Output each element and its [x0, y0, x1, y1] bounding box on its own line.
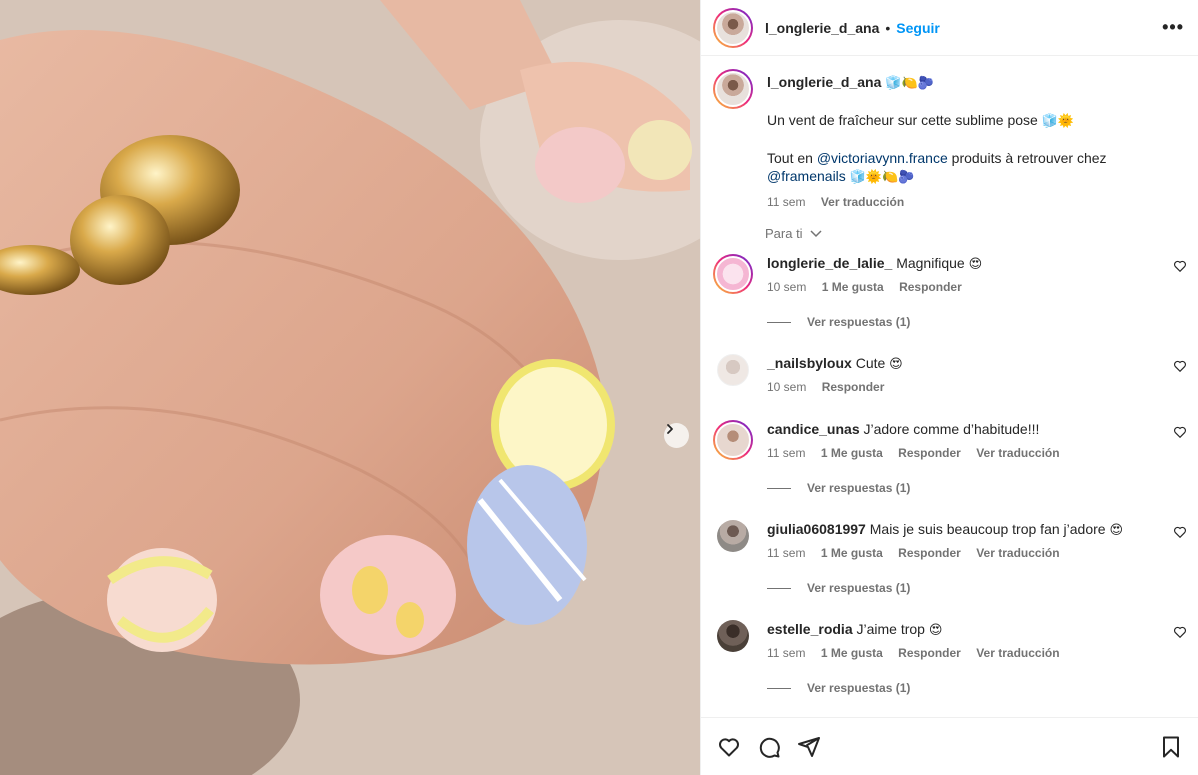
commenter-avatar[interactable] — [713, 254, 753, 294]
separator-dot: • — [885, 19, 891, 36]
view-replies-button[interactable]: Ver respuestas (1) — [767, 681, 910, 695]
comment-meta: 11 sem 1 Me gusta Responder Ver traducci… — [767, 446, 1072, 460]
caption-line-3-emoji: 🧊🌞🍋🫐 — [849, 170, 915, 185]
comment-filter[interactable]: Para ti — [765, 226, 822, 241]
post-side-panel: l_onglerie_d_ana • Seguir ••• l_onglerie… — [700, 0, 1198, 775]
reply-button[interactable]: Responder — [898, 546, 961, 560]
comment-time[interactable]: 11 sem — [767, 446, 805, 460]
comment-time[interactable]: 10 sem — [767, 380, 806, 394]
comment-item: _nailsbyloux Cute 😍 10 sem Responder — [713, 354, 1187, 404]
comment-body: Magnifique — [896, 255, 965, 271]
comment-text: longlerie_de_lalie_ Magnifique 😍 — [767, 254, 982, 274]
comment-emoji: 😍 — [1109, 523, 1124, 538]
caption-line-1-emoji: 🧊🌞 — [1041, 114, 1075, 129]
heart-icon[interactable] — [1173, 259, 1187, 273]
comment-text: candice_unas J’adore comme d’habitude!!! — [767, 420, 1039, 438]
caption-username[interactable]: l_onglerie_d_ana — [767, 74, 881, 90]
post-photo — [0, 0, 700, 775]
follow-button[interactable]: Seguir — [896, 20, 940, 36]
comment-item: estelle_rodia J’aime trop 😍 11 sem 1 Me … — [713, 620, 1187, 700]
comment-body: Cute — [855, 355, 886, 371]
comment-text: _nailsbyloux Cute 😍 — [767, 354, 903, 374]
comment-likes[interactable]: 1 Me gusta — [821, 546, 883, 560]
comment-meta: 11 sem 1 Me gusta Responder Ver traducci… — [767, 646, 1072, 660]
comment-emoji: 😍 — [928, 623, 943, 638]
reply-button[interactable]: Responder — [899, 280, 962, 294]
reply-button[interactable]: Responder — [898, 446, 961, 460]
heart-icon[interactable] — [1173, 425, 1187, 439]
comment-text: estelle_rodia J’aime trop 😍 — [767, 620, 942, 640]
comment-likes[interactable]: 1 Me gusta — [821, 646, 883, 660]
comments-list[interactable]: l_onglerie_d_ana 🧊🍋🫐 Un vent de fraîcheu… — [701, 57, 1198, 717]
caption-avatar[interactable] — [713, 69, 753, 109]
filter-label: Para ti — [765, 226, 803, 241]
post-actions-bar — [701, 717, 1198, 775]
author-username[interactable]: l_onglerie_d_ana — [765, 20, 879, 36]
nail-art-image — [0, 0, 700, 775]
heart-icon[interactable] — [1173, 359, 1187, 373]
comment-likes[interactable]: 1 Me gusta — [821, 446, 883, 460]
caption-time[interactable]: 11 sem — [767, 195, 805, 209]
caption-username-emoji: 🧊🍋🫐 — [885, 76, 934, 91]
comment-time[interactable]: 10 sem — [767, 280, 806, 294]
heart-icon[interactable] — [1173, 625, 1187, 639]
comment-item: longlerie_de_lalie_ Magnifique 😍 10 sem … — [713, 254, 1187, 334]
comment-item: candice_unas J’adore comme d’habitude!!!… — [713, 420, 1187, 500]
bookmark-icon[interactable] — [1159, 735, 1183, 759]
comment-body: J’aime trop — [856, 621, 925, 637]
comment-username[interactable]: longlerie_de_lalie_ — [767, 255, 892, 271]
comment-icon[interactable] — [757, 735, 781, 759]
commenter-avatar[interactable] — [717, 620, 749, 652]
next-slide-button[interactable] — [664, 423, 689, 448]
view-replies-button[interactable]: Ver respuestas (1) — [767, 315, 910, 329]
heart-icon[interactable] — [717, 735, 741, 759]
translate-link[interactable]: Ver traducción — [976, 446, 1059, 460]
caption-line-2-suffix: produits à retrouver chez — [951, 150, 1107, 166]
chevron-right-icon — [667, 424, 673, 434]
comment-username[interactable]: _nailsbyloux — [767, 355, 852, 371]
view-replies-label: Ver respuestas (1) — [807, 581, 911, 595]
view-replies-label: Ver respuestas (1) — [807, 681, 911, 695]
comment-meta: 10 sem 1 Me gusta Responder — [767, 280, 974, 294]
caption-line-1: Un vent de fraîcheur sur cette sublime p… — [767, 112, 1038, 128]
translate-link[interactable]: Ver traducción — [976, 646, 1059, 660]
comment-time[interactable]: 11 sem — [767, 646, 805, 660]
comment-item: giulia06081997 Mais je suis beaucoup tro… — [713, 520, 1187, 600]
heart-icon[interactable] — [1173, 525, 1187, 539]
caption-meta: 11 sem Ver traducción — [767, 193, 1147, 211]
view-replies-button[interactable]: Ver respuestas (1) — [767, 481, 910, 495]
comment-body: J’adore comme d’habitude!!! — [863, 421, 1040, 437]
view-replies-label: Ver respuestas (1) — [807, 315, 911, 329]
post-header: l_onglerie_d_ana • Seguir ••• — [701, 0, 1198, 56]
post-modal: l_onglerie_d_ana • Seguir ••• l_onglerie… — [0, 0, 1198, 775]
comment-meta: 11 sem 1 Me gusta Responder Ver traducci… — [767, 546, 1072, 560]
view-replies-button[interactable]: Ver respuestas (1) — [767, 581, 910, 595]
comment-username[interactable]: candice_unas — [767, 421, 860, 437]
comment-username[interactable]: giulia06081997 — [767, 521, 866, 537]
comment-text: giulia06081997 Mais je suis beaucoup tro… — [767, 520, 1123, 540]
mention-link[interactable]: @victoriavynn.france — [817, 150, 948, 166]
comment-time[interactable]: 11 sem — [767, 546, 805, 560]
comment-emoji: 😍 — [968, 257, 983, 272]
translate-link[interactable]: Ver traducción — [976, 546, 1059, 560]
comment-meta: 10 sem Responder — [767, 380, 896, 394]
view-replies-label: Ver respuestas (1) — [807, 481, 911, 495]
caption-line-2-prefix: Tout en — [767, 150, 813, 166]
share-icon[interactable] — [797, 735, 821, 759]
more-options-icon[interactable]: ••• — [1162, 17, 1184, 38]
chevron-down-icon — [810, 230, 822, 238]
comment-username[interactable]: estelle_rodia — [767, 621, 853, 637]
author-avatar[interactable] — [713, 7, 753, 48]
commenter-avatar[interactable] — [713, 420, 753, 460]
comment-emoji: 😍 — [889, 357, 903, 372]
reply-button[interactable]: Responder — [898, 646, 961, 660]
translate-link[interactable]: Ver traducción — [821, 195, 904, 209]
reply-button[interactable]: Responder — [822, 380, 885, 394]
comment-likes[interactable]: 1 Me gusta — [822, 280, 884, 294]
commenter-avatar[interactable] — [717, 354, 749, 386]
comment-body: Mais je suis beaucoup trop fan j’adore — [869, 521, 1106, 537]
commenter-avatar[interactable] — [717, 520, 749, 552]
caption-text: l_onglerie_d_ana 🧊🍋🫐 Un vent de fraîcheu… — [767, 73, 1147, 211]
mention-link[interactable]: @framenails — [767, 168, 846, 184]
